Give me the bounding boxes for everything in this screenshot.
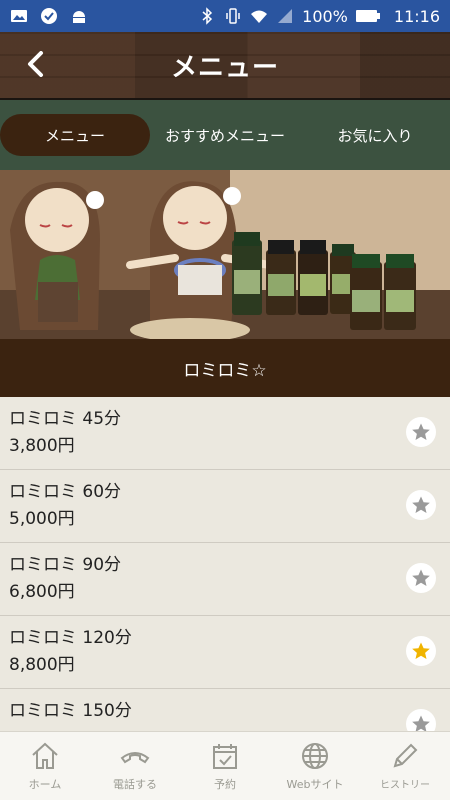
star-icon [412,423,430,440]
item-price: 5,000円 [9,509,75,529]
android-icon [73,11,85,23]
star-icon [412,496,430,513]
section-title: ロミロミ☆ [0,339,450,397]
page-title: メニュー [170,52,279,83]
nav-home-label: ホーム [28,778,62,791]
star-icon [412,569,430,586]
item-price: 3,800円 [9,436,75,456]
star-icon [412,642,430,659]
item-price: 8,800円 [9,655,75,675]
signal-icon [278,9,293,23]
tab-recommended[interactable]: おすすめメニュー [150,114,300,156]
tab-bar: メニュー おすすめメニュー お気に入り [0,100,450,170]
tab-favorites[interactable]: お気に入り [300,114,450,156]
dolls-and-bottles-illustration [0,170,450,339]
favorite-toggle[interactable] [406,417,436,447]
pencil-icon [393,743,418,768]
list-item[interactable]: ロミロミ 120分 8,800円 [0,616,450,689]
hero-image [0,170,450,339]
clock: 11:16 [393,6,440,26]
list-item[interactable]: ロミロミ 60分 5,000円 [0,470,450,543]
vibrate-icon [226,8,240,24]
nav-website-label: Webサイト [286,778,344,791]
list-item[interactable]: ロミロミ 45分 3,800円 [0,397,450,470]
item-name: ロミロミ 120分 [9,628,132,648]
wifi-icon [251,10,268,23]
list-item[interactable]: ロミロミ 90分 6,800円 [0,543,450,616]
item-name: ロミロミ 150分 [9,701,132,721]
tab-menu[interactable]: メニュー [0,114,150,156]
nav-phone[interactable]: 電話する [90,732,180,800]
nav-phone-label: 電話する [113,778,157,791]
bottom-navigation: ホーム 電話する 予約 Webサイト ヒストリー [0,731,450,800]
check-circle-icon [41,8,57,24]
chevron-left-icon [28,51,43,77]
battery-icon [355,10,380,22]
calendar-check-icon [213,744,237,769]
nav-history[interactable]: ヒストリー [360,732,450,800]
nav-history-label: ヒストリー [380,780,430,791]
nav-reserve-label: 予約 [214,778,236,791]
battery-percent: 100% [302,6,348,26]
home-icon [32,742,58,769]
image-icon [11,10,27,22]
nav-website[interactable]: Webサイト [270,732,360,800]
list-item[interactable]: ロミロミ 150分 [0,689,450,731]
item-name: ロミロミ 90分 [9,555,122,575]
menu-list: ロミロミ 45分 3,800円ロミロミ 60分 5,000円ロミロミ 90分 6,80… [0,397,450,731]
star-icon [412,715,430,731]
phone-icon [120,752,150,764]
favorite-toggle[interactable] [406,490,436,520]
back-button[interactable] [18,46,54,82]
nav-home[interactable]: ホーム [0,732,90,800]
item-name: ロミロミ 60分 [9,482,122,502]
favorite-toggle[interactable] [406,709,436,731]
globe-icon [302,743,328,769]
favorite-toggle[interactable] [406,563,436,593]
nav-reserve[interactable]: 予約 [180,732,270,800]
status-bar: 100% 11:16 [0,0,450,32]
item-name: ロミロミ 45分 [9,409,122,429]
favorite-toggle[interactable] [406,636,436,666]
bluetooth-icon [202,7,213,25]
app-header: メニュー [0,32,450,98]
item-price: 6,800円 [9,582,75,602]
